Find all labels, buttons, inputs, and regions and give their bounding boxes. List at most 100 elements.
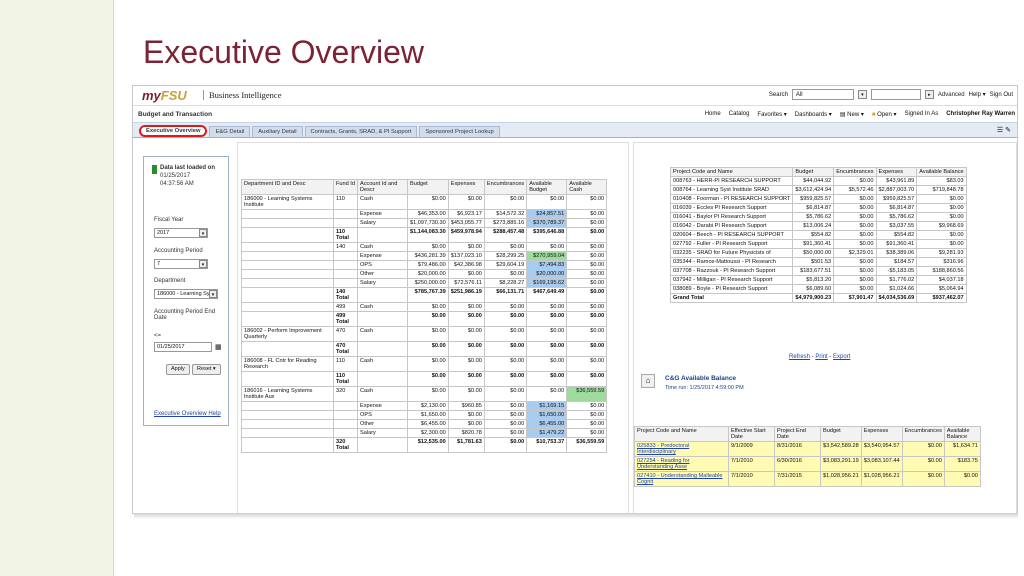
fiscal-year-select[interactable]: 2017 ▾	[154, 228, 208, 238]
chevron-down-icon: ▾	[199, 229, 207, 237]
table-actions: Refresh - Print - Export	[789, 354, 851, 360]
table-cell	[241, 209, 334, 219]
nav-catalog[interactable]: Catalog	[729, 111, 750, 118]
print-link[interactable]: Print	[815, 354, 827, 360]
search-scope-select[interactable]: All	[791, 89, 854, 100]
chevron-down-icon[interactable]: ▾	[857, 90, 867, 99]
search-go-icon[interactable]: ▸	[924, 90, 934, 99]
user-menu[interactable]: Christopher Ray Warren	[946, 111, 1015, 118]
table-row: Expense $436,281.39 $137,023.10 $28,299.25 $…	[241, 251, 608, 261]
table-cell: $42,386.98	[447, 260, 485, 270]
table-cell: 470 Total	[333, 341, 358, 357]
table-cell	[333, 269, 358, 279]
table-cell: $0.00	[526, 341, 568, 357]
refresh-link[interactable]: Refresh	[789, 354, 810, 360]
project-link[interactable]: 027254 - Reading for Understanding Asse	[634, 456, 729, 472]
table-cell: $0.00	[526, 311, 568, 327]
table-cell: $0.00	[526, 386, 568, 402]
table-cell: $46,353.00	[407, 209, 449, 219]
column-header: Encumbrances	[483, 179, 528, 195]
accounting-period-select[interactable]: 7 ▾	[154, 259, 208, 269]
table-cell: Other	[357, 269, 408, 279]
table-cell	[333, 251, 358, 261]
table-cell: $6,814.87	[875, 203, 918, 213]
table-row: 320 Total $12,535.00 $1,781.63 $0.00 $10,753…	[241, 437, 608, 453]
table-cell: $0.00	[943, 471, 981, 487]
reset-button[interactable]: Reset ▾	[192, 364, 221, 375]
table-row: 110 Total $1,144,083.30 $459,978.94 $288,45…	[241, 227, 608, 243]
table-cell	[333, 428, 358, 438]
table-row: 186016 - Learning Systems Institute Aux 3…	[241, 386, 608, 402]
advanced-link[interactable]: Advanced	[938, 92, 965, 98]
table-cell: $251,986.19	[447, 287, 485, 303]
folder-icon: ■	[871, 112, 876, 118]
project-link[interactable]: 025833 - Predoctoral Interdisciplinary	[634, 441, 729, 457]
table-cell: $0.00	[901, 456, 945, 472]
tab-eg-detail[interactable]: E&G Detail	[209, 126, 251, 137]
table-row: 470 Total $0.00 $0.00 $0.00 $0.00 $0.00	[241, 341, 608, 357]
column-header: Budget	[820, 426, 862, 442]
table-cell: 020604 - Beech - PI RESEARCH SUPPORT	[669, 230, 794, 240]
table-cell: $9,968.69	[916, 221, 967, 231]
search-input[interactable]	[870, 89, 921, 100]
export-link[interactable]: Export	[833, 354, 850, 360]
tab-executive-overview[interactable]: Executive Overview	[139, 125, 208, 137]
table-cell: $959,825.57	[792, 194, 835, 204]
table-cell: $395,646.88	[526, 227, 568, 243]
table-cell: $4,979,900.23	[792, 293, 835, 303]
table-cell: $183,677.51	[792, 266, 835, 276]
table-row: 186002 - Perform Improvement Quarterly 47…	[241, 326, 608, 342]
project-link[interactable]: 027410 - Understanding Malleable Cognit	[634, 471, 729, 487]
table-row: 037942 - Milligan - PI Research Support $…	[669, 275, 967, 285]
tab-auxiliary-detail[interactable]: Auxiliary Detail	[252, 126, 303, 137]
table-cell: $0.00	[566, 302, 608, 312]
apply-button[interactable]: Apply	[166, 364, 190, 375]
table-cell	[241, 341, 334, 357]
table-cell: 016041 - Baylor PI Research Support	[669, 212, 794, 222]
table-cell: $0.00	[916, 239, 967, 249]
table-cell: $0.00	[566, 287, 608, 303]
table-cell: $0.00	[447, 356, 485, 372]
table-cell	[241, 227, 334, 243]
table-cell: $1,650.00	[526, 410, 568, 420]
period-end-date-input[interactable]: 01/25/2017	[154, 342, 212, 352]
table-cell: $4,034,536.69	[875, 293, 918, 303]
table-cell: $20,000.00	[407, 269, 449, 279]
table-cell: $467,649.49	[526, 287, 568, 303]
table-cell: $960.85	[447, 401, 485, 411]
table-cell: 186016 - Learning Systems Institute Aux	[241, 386, 334, 402]
table-cell: $250,000.00	[407, 278, 449, 288]
column-header: Fund Id	[333, 179, 358, 195]
table-cell: $1,634.71	[943, 441, 981, 457]
tab-contracts-grants[interactable]: Contracts, Grants, SRAD, & PI Support	[304, 126, 418, 137]
tab-sponsored-project-lookup[interactable]: Sponsored Project Lookup	[419, 126, 500, 137]
table-cell: Cash	[357, 302, 408, 312]
nav-open[interactable]: ■ Open ▾	[872, 111, 897, 118]
nav-new[interactable]: ▤ New ▾	[840, 111, 864, 118]
table-cell: $0.00	[407, 326, 449, 342]
sign-out-link[interactable]: Sign Out	[990, 92, 1013, 98]
table-cell: 110 Total	[333, 227, 358, 243]
department-select[interactable]: 186000 - Learning Sys ▾	[154, 289, 218, 299]
table-cell: $0.00	[833, 239, 877, 249]
calendar-icon[interactable]: ▦	[215, 343, 222, 351]
executive-overview-help-link[interactable]: Executive Overview Help	[154, 411, 221, 417]
table-cell: $785,767.39	[407, 287, 449, 303]
table-cell: $3,612,424.94	[792, 185, 835, 195]
nav-favorites[interactable]: Favorites ▾	[757, 111, 786, 118]
page-options-icon[interactable]: ☰ ✎	[997, 126, 1011, 134]
table-cell: $3,542,589.28	[820, 441, 862, 457]
table-cell: $0.00	[566, 194, 608, 210]
table-cell: 010408 - Foorman - PI RESEARCH SUPPORT	[669, 194, 794, 204]
table-cell: $0.00	[483, 341, 528, 357]
table-cell: $4,037.18	[916, 275, 967, 285]
table-cell: $66,131.71	[483, 287, 528, 303]
table-cell: $0.00	[447, 269, 485, 279]
report-icon: ⌂	[641, 374, 655, 388]
flag-icon	[152, 165, 157, 174]
table-cell: $0.00	[526, 302, 568, 312]
nav-home[interactable]: Home	[705, 111, 721, 118]
table-cell: 186008 - FL Cntr for Reading Research	[241, 356, 334, 372]
help-menu[interactable]: Help ▾	[969, 91, 986, 98]
nav-dashboards[interactable]: Dashboards ▾	[795, 111, 832, 118]
